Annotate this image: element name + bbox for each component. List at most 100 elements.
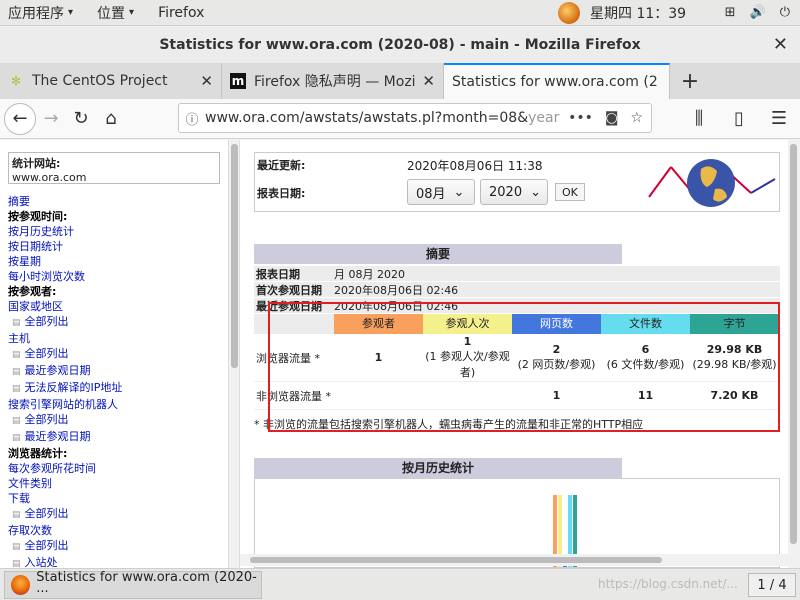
close-tab-icon[interactable]: ✕ bbox=[422, 72, 435, 90]
app-name-label: Firefox bbox=[158, 4, 205, 21]
menu-link[interactable]: 存取次数 bbox=[8, 523, 228, 538]
menu-link[interactable]: 国家或地区 bbox=[8, 299, 228, 314]
year-select[interactable]: 2020 ⌄ bbox=[480, 179, 548, 205]
menu-link[interactable]: 按月历史统计 bbox=[8, 224, 228, 239]
tray-app-icon[interactable] bbox=[558, 1, 580, 24]
nav-bar: ← → ↻ ⌂ ⓘ www.ora.com/awstats/awstats.pl… bbox=[0, 99, 800, 139]
taskbar-firefox-window[interactable]: Statistics for www.ora.com (2020-··· bbox=[4, 570, 262, 600]
sidebar-toggle-icon[interactable]: ▯ bbox=[724, 103, 754, 133]
tab-statistics[interactable]: Statistics for www.ora.com (2 bbox=[444, 63, 670, 99]
taskbar: Statistics for www.ora.com (2020-··· htt… bbox=[0, 568, 800, 600]
menu-link[interactable]: 每小时浏览次数 bbox=[8, 269, 228, 284]
year-value: 2020 bbox=[489, 184, 523, 200]
gnome-top-bar: 应用程序 ▾ 位置 ▾ Firefox 星期四 11：39 ⊞ 🔊 ⏻ bbox=[0, 0, 800, 26]
menu-link[interactable]: 搜索引擎网站的机器人 bbox=[8, 397, 228, 412]
new-tab-button[interactable]: + bbox=[670, 63, 710, 99]
tab-label: The CentOS Project bbox=[32, 73, 168, 89]
pocket-icon[interactable]: ◙ bbox=[605, 110, 619, 126]
menu-link[interactable]: 按日期统计 bbox=[8, 239, 228, 254]
tab-privacy[interactable]: m Firefox 隐私声明 — Mozil ✕ bbox=[222, 63, 444, 99]
tab-label: Firefox 隐私声明 — Mozil bbox=[254, 74, 417, 90]
chevron-down-icon: ⌄ bbox=[453, 184, 465, 200]
page-actions-icon[interactable]: ••• bbox=[568, 110, 593, 126]
summary-row: 报表日期 月 08月 2020 bbox=[254, 266, 780, 282]
menu-link[interactable]: 最近参观日期 bbox=[8, 363, 228, 380]
monthly-history-title: 按月历史统计 bbox=[254, 458, 622, 478]
month-select[interactable]: 08月 ⌄ bbox=[407, 179, 475, 205]
menu-link[interactable]: 下载 bbox=[8, 491, 228, 506]
menu-link[interactable]: 全部列出 bbox=[8, 314, 228, 331]
tab-strip: ✻ The CentOS Project ✕ m Firefox 隐私声明 — … bbox=[0, 63, 800, 99]
url-bar[interactable]: ⓘ www.ora.com/awstats/awstats.pl?month=0… bbox=[178, 103, 652, 133]
summary-title: 摘要 bbox=[254, 244, 622, 264]
last-update-label: 最近更新: bbox=[257, 159, 306, 172]
highlight-annotation bbox=[268, 302, 780, 432]
chevron-down-icon: ▾ bbox=[68, 7, 74, 18]
menu-section-header: 按参观者: bbox=[8, 285, 57, 298]
report-header: 最近更新: 2020年08月06日 11:38 报表日期: 08月 ⌄ 2020… bbox=[254, 152, 780, 212]
menu-link[interactable]: 全部列出 bbox=[8, 346, 228, 363]
menu-list: 摘要按参观时间:按月历史统计按日期统计按星期每小时浏览次数按参观者:国家或地区全… bbox=[0, 194, 228, 568]
menu-link[interactable]: 文件类别 bbox=[8, 476, 228, 491]
tab-centos[interactable]: ✻ The CentOS Project ✕ bbox=[0, 63, 222, 99]
month-value: 08月 bbox=[416, 186, 446, 202]
menu-link[interactable]: 无法反解译的IP地址 bbox=[8, 380, 228, 397]
chevron-down-icon: ⌄ bbox=[530, 184, 541, 200]
summary-row: 首次参观日期 2020年08月06日 02:46 bbox=[254, 282, 780, 298]
volume-icon[interactable]: 🔊 bbox=[750, 5, 766, 20]
menu-link[interactable]: 全部列出 bbox=[8, 538, 228, 555]
url-text[interactable]: www.ora.com/awstats/awstats.pl?month=08&… bbox=[205, 110, 560, 126]
close-tab-icon[interactable]: ✕ bbox=[200, 72, 213, 90]
reload-button[interactable]: ↻ bbox=[66, 104, 96, 134]
taskbar-item-label: Statistics for www.ora.com (2020-··· bbox=[36, 570, 257, 600]
app-menu[interactable]: Firefox bbox=[158, 5, 204, 21]
places-menu[interactable]: 位置 ▾ bbox=[97, 3, 134, 23]
menu-link[interactable]: 每次参观所花时间 bbox=[8, 461, 228, 476]
power-icon[interactable]: ⏻ bbox=[780, 5, 790, 20]
forward-button[interactable]: → bbox=[36, 104, 66, 134]
summary-row-label: 报表日期 bbox=[256, 268, 300, 281]
hamburger-menu-icon[interactable]: ☰ bbox=[764, 103, 794, 133]
site-label: 统计网站: bbox=[12, 157, 61, 170]
back-button[interactable]: ← bbox=[4, 102, 36, 135]
close-window-icon[interactable]: ✕ bbox=[773, 27, 788, 63]
tab-label: Statistics for www.ora.com (2 bbox=[452, 74, 658, 90]
window-title-bar: Statistics for www.ora.com (2020-08) - m… bbox=[0, 27, 800, 63]
library-icon[interactable]: ⫼ bbox=[684, 103, 714, 133]
menu-link[interactable]: 最近参观日期 bbox=[8, 429, 228, 446]
site-value: www.ora.com bbox=[12, 171, 87, 184]
menu-link[interactable]: 全部列出 bbox=[8, 412, 228, 429]
menu-link[interactable]: 全部列出 bbox=[8, 506, 228, 523]
ok-button[interactable]: OK bbox=[555, 183, 585, 201]
applications-menu[interactable]: 应用程序 ▾ bbox=[8, 3, 73, 23]
summary-row-value: 2020年08月06日 02:46 bbox=[334, 284, 459, 297]
horizontal-scrollbar[interactable] bbox=[240, 554, 788, 566]
menu-frame-scrollbar[interactable] bbox=[228, 140, 240, 568]
awstats-logo-icon bbox=[648, 159, 776, 207]
network-icon[interactable]: ⊞ bbox=[725, 5, 736, 20]
last-update-value: 2020年08月06日 11:38 bbox=[407, 159, 543, 173]
mozilla-favicon-icon: m bbox=[230, 73, 246, 89]
clock[interactable]: 星期四 11：39 bbox=[590, 3, 686, 23]
chevron-down-icon: ▾ bbox=[129, 7, 135, 18]
home-button[interactable]: ⌂ bbox=[96, 104, 126, 134]
places-label: 位置 bbox=[97, 5, 126, 22]
menu-link[interactable]: 摘要 bbox=[8, 194, 228, 209]
watermark: https://blog.csdn.net/... bbox=[598, 577, 738, 591]
firefox-icon bbox=[11, 575, 31, 595]
summary-row-label: 首次参观日期 bbox=[256, 284, 322, 297]
workspace-pager[interactable]: 1 / 4 bbox=[748, 573, 796, 597]
menu-link[interactable]: 按星期 bbox=[8, 254, 228, 269]
menu-link[interactable]: 入站处 bbox=[8, 555, 228, 568]
centos-favicon-icon: ✻ bbox=[10, 74, 22, 88]
vertical-scrollbar[interactable] bbox=[788, 140, 800, 568]
report-date-label: 报表日期: bbox=[257, 187, 306, 200]
menu-section-header: 浏览器统计: bbox=[8, 447, 68, 460]
site-box: 统计网站: www.ora.com bbox=[8, 152, 220, 184]
info-icon[interactable]: ⓘ bbox=[179, 109, 205, 128]
bookmark-star-icon[interactable]: ☆ bbox=[630, 110, 643, 126]
summary-row-value: 月 08月 2020 bbox=[334, 268, 405, 281]
menu-section-header: 按参观时间: bbox=[8, 210, 68, 223]
menu-link[interactable]: 主机 bbox=[8, 331, 228, 346]
awstats-menu-frame: 统计网站: www.ora.com 摘要 按参观时间: 按月历史统计 按日期统计 按星期… bbox=[0, 140, 228, 568]
